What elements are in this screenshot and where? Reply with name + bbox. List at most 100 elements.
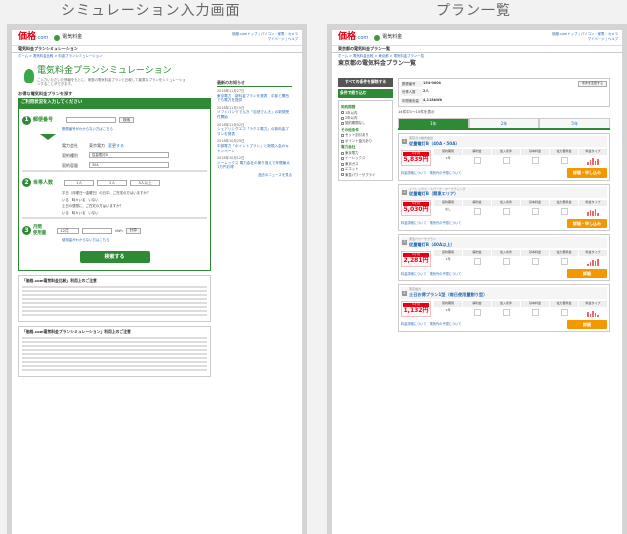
plan-list-screenshot-frame: 価格.com 電気料金 価格.comトップ | パソコン・家電・カメラ マイペー… <box>327 24 627 534</box>
usage-unit: kWh <box>115 228 123 233</box>
weekday-opt-3[interactable]: いない <box>88 198 98 202</box>
filter-checkbox[interactable]: 2年以内 <box>341 116 390 120</box>
rank-badge: 2 <box>402 189 407 195</box>
usage-help-link[interactable]: 使用量がわからない方はこちら <box>62 238 207 242</box>
doc-icon <box>502 258 510 266</box>
search-button[interactable]: 検索する <box>79 250 150 264</box>
household-3-button[interactable]: 3人以上 <box>130 179 161 186</box>
household-2-button[interactable]: 2人 <box>97 179 128 186</box>
rate-bar <box>594 261 597 267</box>
postal-help-link[interactable]: 郵便番号がわからない方はこちら <box>62 127 207 131</box>
news-item[interactable]: 2018年10月12日 イーレックス 電力会社の乗り換えで年間最大1万円お得 <box>217 156 292 170</box>
detail-link[interactable]: 料金詳細について <box>401 322 426 326</box>
rate-bar <box>589 313 592 317</box>
plan-select[interactable]: 従量電灯B <box>89 152 169 159</box>
filter-checkbox[interactable]: エネット <box>341 167 390 171</box>
calc-button[interactable]: 計算 <box>125 227 141 234</box>
news-item[interactable]: 2018年11月15日 ソフトバンクでんき「自然でんき」の新規受付開始 <box>217 106 292 120</box>
filter-checkbox[interactable]: セット割引あり <box>341 133 390 137</box>
doc-icon <box>531 157 539 165</box>
filter-checkbox[interactable]: 1年以内 <box>341 111 390 115</box>
plan-name-link[interactable]: 従量電灯B（40A・50A） <box>409 141 460 146</box>
detail-button[interactable]: 詳細 <box>567 319 607 329</box>
rate-bar <box>589 262 592 267</box>
estimate-link[interactable]: 電気代の予想について <box>430 322 462 326</box>
tab-2year[interactable]: 2年 <box>468 117 540 129</box>
form-title: お得な電気料金プランを探す <box>18 90 73 96</box>
estimate-link[interactable]: 電気代の予想について <box>430 221 462 225</box>
change-conditions-button[interactable]: 条件を変更する <box>577 81 607 87</box>
step3-label: 月間 使用量 <box>33 225 47 236</box>
notes-2: 「価格.com電気料金プランシミュレーション」利用上のご注意 <box>18 326 211 378</box>
tab-1year[interactable]: 1年 <box>398 117 469 129</box>
sub-navbar: 東京都の電気料金プラン一覧 <box>332 46 622 53</box>
filter-checkbox[interactable]: イーレックス <box>341 156 390 160</box>
postal-search-button[interactable]: 検索 <box>119 117 135 124</box>
company-change-link[interactable]: 変更する <box>108 143 124 148</box>
sub-navbar: 電気料金プランシミュレーション <box>12 46 302 53</box>
clear-filters-button[interactable]: すべての条件を解除する <box>338 78 393 87</box>
simulation-form: 1 郵便番号 検索 郵便番号がわからない方はこちら 電力会社 東京電力 変更する 契約… <box>18 107 211 272</box>
site-logo[interactable]: 価格.com <box>18 32 48 44</box>
amp-select[interactable]: 30A <box>89 162 169 169</box>
breadcrumb[interactable]: ホーム > 電気料金比較 > 料金プランシミュレーション <box>12 53 302 59</box>
plan-card: 4 東京電力 土日お得プラン1型（毎日使用量割り型） 1ヶ月 1,132円 契約期間解… <box>398 284 610 332</box>
weekend-opt-3[interactable]: いない <box>88 211 98 215</box>
weekend-opt-1[interactable]: いる <box>62 211 69 215</box>
usage-input[interactable] <box>82 227 113 234</box>
news-item[interactable]: 2018年11月27日 東京電力 新料金プランを発表 中部と関西でも電力を提供 <box>217 89 292 103</box>
plan-card: 1 東京ガス株式会社 従量電灯B（40A・50A） 1ヶ月 5,839円 契約期間 解約… <box>398 133 610 181</box>
simulation-screenshot-frame: 価格.com 電気料金 価格.comトップ | パソコン・家電・カメラ マイペー… <box>7 24 307 534</box>
plan-name-link[interactable]: 土日お得プラン1型（毎日使用量割り型） <box>409 292 487 297</box>
price-box: 1ヶ月 2,281円 <box>401 250 431 267</box>
rate-type-chart <box>580 309 606 317</box>
amp-label: 契約容量 <box>62 162 78 168</box>
price-box: 1ヶ月 5,030円 <box>401 200 431 217</box>
plan-card: 3 東急パワーサプライ 従量電灯B（40A以上） 1ヶ月 2,281円 契約期間 解約金… <box>398 233 610 282</box>
doc-icon <box>473 207 481 215</box>
site-logo[interactable]: 価格.com <box>338 32 368 44</box>
news-item[interactable]: 2018年11月02日 シェアリングエコ「ラクエ電力」の新料金プランを発表 <box>217 123 292 137</box>
header-links[interactable]: 価格.comトップ | パソコン・家電・カメラ マイページ | ヘルプ <box>232 32 298 42</box>
month-select[interactable]: 12月 <box>57 227 80 234</box>
step1-label: 郵便番号 <box>33 116 54 123</box>
rate-bar <box>597 314 599 317</box>
rate-bar <box>592 158 594 166</box>
plan-label: 契約種別 <box>62 152 78 158</box>
site-header: 価格.com 電気料金 価格.comトップ | パソコン・家電・カメラ マイペー… <box>12 30 302 46</box>
notes-2-title: 「価格.com電気料金プランシミュレーション」利用上のご注意 <box>22 329 131 335</box>
filter-checkbox[interactable]: 東京ガス <box>341 162 390 166</box>
postal-code-input[interactable] <box>66 117 117 124</box>
news-more-link[interactable]: 過去のニュースを見る <box>217 173 292 177</box>
rate-bar <box>597 259 599 267</box>
filter-checkbox[interactable]: 東京電力 <box>341 151 390 155</box>
estimate-link[interactable]: 電気代の予想について <box>430 272 462 276</box>
weekend-question: 土日の昼間に、ご在宅の方はいますか？ <box>62 204 123 209</box>
rate-bar <box>597 212 599 216</box>
detail-link[interactable]: 料金詳細について <box>401 171 426 175</box>
detail-link[interactable]: 料金詳細について <box>401 272 426 276</box>
apply-button[interactable]: 詳細・申し込み <box>567 168 607 178</box>
weekday-opt-1[interactable]: いる <box>62 198 69 202</box>
plan-name-link[interactable]: 従量電灯B（40A以上） <box>409 242 455 247</box>
doc-icon <box>473 258 481 266</box>
tab-5year[interactable]: 5年 <box>539 117 611 129</box>
filter-checkbox[interactable]: 東急パワーサプライ <box>341 173 390 177</box>
weekend-opt-2[interactable]: 時々いる <box>72 211 86 215</box>
filter-checkbox[interactable]: ポイント還元あり <box>341 139 390 143</box>
apply-button[interactable]: 詳細・申し込み <box>567 218 607 228</box>
news-item[interactable]: 2018年10月25日 中部電力「ポイントプラン」と新規入会のキャンペーン <box>217 139 292 153</box>
detail-button[interactable]: 詳細 <box>567 269 607 279</box>
household-1-button[interactable]: 1人 <box>64 179 95 186</box>
rate-bar <box>587 311 589 317</box>
plan-name-link[interactable]: 従量電灯B（関東エリア） <box>409 191 466 196</box>
doc-icon <box>560 258 568 266</box>
weekday-opt-2[interactable]: 時々いる <box>72 198 86 202</box>
step1-icon: 1 <box>22 115 31 125</box>
estimate-link[interactable]: 電気代の予想について <box>430 171 462 175</box>
rate-bar <box>594 208 597 216</box>
detail-link[interactable]: 料金詳細について <box>401 221 426 225</box>
header-links[interactable]: 価格.comトップ | パソコン・家電・カメラ マイページ | ヘルプ <box>552 32 618 42</box>
filter-checkbox[interactable]: 契約期間なし <box>341 121 390 125</box>
arrow-down-icon <box>40 134 56 141</box>
